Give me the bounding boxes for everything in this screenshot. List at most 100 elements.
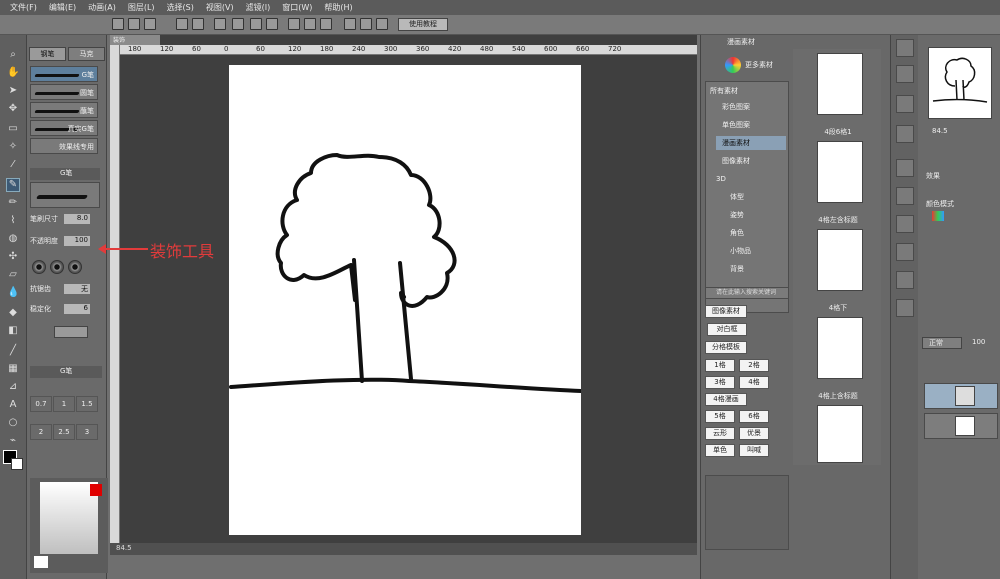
brush-tip-2[interactable] xyxy=(50,260,64,274)
canvas[interactable] xyxy=(229,65,583,535)
panel-toggle-icon[interactable] xyxy=(896,125,914,143)
tree-item[interactable]: 体型 xyxy=(730,190,744,204)
snap-icon[interactable] xyxy=(214,18,226,30)
tag-button[interactable]: 4格 xyxy=(739,376,769,389)
menu-layer[interactable]: 图层(L) xyxy=(122,2,161,13)
hand-icon[interactable]: ✋ xyxy=(7,67,19,79)
size-preset[interactable]: 1.5 xyxy=(76,396,98,412)
save-icon[interactable] xyxy=(144,18,156,30)
tutorial-button[interactable]: 使用教程 xyxy=(398,18,448,31)
material-thumb[interactable] xyxy=(817,141,863,203)
material-panel-tab[interactable]: 漫画素材 xyxy=(703,37,883,49)
new-file-icon[interactable] xyxy=(112,18,124,30)
brush-tip-3[interactable] xyxy=(68,260,82,274)
layer-row-paper[interactable] xyxy=(924,413,998,439)
tree-item[interactable]: 姿势 xyxy=(730,208,744,222)
size-preset[interactable]: 3 xyxy=(76,424,98,440)
brush-real-g-pen[interactable]: 真实G笔 xyxy=(30,120,98,136)
tree-item[interactable]: 单色图案 xyxy=(722,118,750,132)
menu-view[interactable]: 视图(V) xyxy=(200,2,240,13)
material-thumb[interactable] xyxy=(817,229,863,291)
brush-round-pen[interactable]: 圆笔 xyxy=(30,84,98,100)
transform-icon[interactable] xyxy=(232,18,244,30)
eraser-icon[interactable]: ▱ xyxy=(7,269,19,281)
tag-button[interactable]: 叫喊 xyxy=(739,444,769,457)
tag-button[interactable]: 对白框 xyxy=(707,323,747,336)
pencil-icon[interactable]: ✏ xyxy=(7,197,19,209)
tree-item[interactable]: 所有素材 xyxy=(710,84,738,98)
tree-item[interactable]: 小物品 xyxy=(730,244,751,258)
tab-pen[interactable]: 钢笔 xyxy=(29,47,66,61)
balloon-icon[interactable]: ○ xyxy=(7,417,19,429)
redo-icon[interactable] xyxy=(192,18,204,30)
brush-size-row[interactable]: 笔刷尺寸 8.0 xyxy=(30,214,100,226)
fill-icon[interactable] xyxy=(250,18,262,30)
move-icon[interactable]: ✥ xyxy=(7,103,19,115)
tag-button[interactable]: 云形 xyxy=(705,427,735,440)
panel-toggle-icon[interactable] xyxy=(896,243,914,261)
size-preset[interactable]: 2 xyxy=(30,424,52,440)
tag-button[interactable]: 单色 xyxy=(705,444,735,457)
size-preset[interactable]: 1 xyxy=(53,396,75,412)
panel-toggle-icon[interactable] xyxy=(896,159,914,177)
zoom-icon[interactable]: ⌕ xyxy=(7,49,19,61)
wand-icon[interactable]: ✧ xyxy=(7,141,19,153)
panel-toggle-icon[interactable] xyxy=(896,95,914,113)
snap-grid-icon[interactable] xyxy=(360,18,372,30)
tag-button[interactable]: 2格 xyxy=(739,359,769,372)
layer-row-active[interactable] xyxy=(924,383,998,409)
tag-button[interactable]: 6格 xyxy=(739,410,769,423)
brush-g-pen[interactable]: G笔 xyxy=(30,66,98,82)
brush-tip-1[interactable] xyxy=(32,260,46,274)
tag-button[interactable]: 4格漫画 xyxy=(705,393,747,406)
tag-button[interactable]: 分格模板 xyxy=(705,341,747,354)
sub-color-swatch[interactable] xyxy=(11,458,23,470)
document-tab[interactable]: 装饰 xyxy=(110,35,160,45)
clear-icon[interactable] xyxy=(266,18,278,30)
tag-button[interactable]: 5格 xyxy=(705,410,735,423)
correct-line-icon[interactable]: ⌁ xyxy=(7,435,19,447)
pen-icon[interactable]: ✎ xyxy=(6,178,20,192)
gradient-icon[interactable]: ◧ xyxy=(7,325,19,337)
marquee-icon[interactable]: ▭ xyxy=(7,123,19,135)
material-thumb[interactable] xyxy=(817,317,863,379)
tree-item[interactable]: 角色 xyxy=(730,226,744,240)
tab-marker[interactable]: 马克 xyxy=(68,47,105,61)
open-file-icon[interactable] xyxy=(128,18,140,30)
snap-special-icon[interactable] xyxy=(376,18,388,30)
menu-edit[interactable]: 编辑(E) xyxy=(43,2,82,13)
navigator-zoom[interactable]: 84.5 xyxy=(932,127,948,135)
tree-item[interactable]: 3D xyxy=(716,172,726,186)
opacity-row[interactable]: 不透明度 100 xyxy=(30,236,100,248)
menu-animation[interactable]: 动画(A) xyxy=(82,2,122,13)
hue-swatch[interactable] xyxy=(90,484,102,496)
tag-button[interactable]: 1格 xyxy=(705,359,735,372)
tag-button[interactable]: 3格 xyxy=(705,376,735,389)
tree-item-selected[interactable]: 漫画素材 xyxy=(716,136,786,150)
airbrush-icon[interactable]: ◍ xyxy=(7,233,19,245)
decoration-icon[interactable]: ✣ xyxy=(7,251,19,263)
tree-item[interactable]: 图像素材 xyxy=(722,154,750,168)
menu-file[interactable]: 文件(F) xyxy=(4,2,43,13)
menu-filter[interactable]: 滤镜(I) xyxy=(240,2,277,13)
ruler-tool-icon[interactable]: ⊿ xyxy=(7,381,19,393)
panel-toggle-icon[interactable] xyxy=(896,187,914,205)
layer-opacity[interactable]: 100 xyxy=(972,338,985,346)
material-thumb[interactable] xyxy=(817,53,863,115)
more-materials-button[interactable]: 更多素材 xyxy=(719,55,779,75)
undo-icon[interactable] xyxy=(176,18,188,30)
figure-icon[interactable]: ╱ xyxy=(7,345,19,357)
blend-mode-select[interactable]: 正常 xyxy=(922,337,962,349)
fill-tool-icon[interactable]: ◆ xyxy=(7,307,19,319)
frame-icon[interactable]: ▦ xyxy=(7,363,19,375)
menu-help[interactable]: 帮助(H) xyxy=(318,2,358,13)
panel-toggle-icon[interactable] xyxy=(896,39,914,57)
blend-icon[interactable]: 💧 xyxy=(7,287,19,299)
color-mode-icon[interactable] xyxy=(932,211,944,221)
size-preset[interactable]: 2.5 xyxy=(53,424,75,440)
text-icon[interactable]: A xyxy=(7,399,19,411)
stabilizer-bar[interactable] xyxy=(54,326,88,338)
tree-item[interactable]: 背景 xyxy=(730,262,744,276)
menu-select[interactable]: 选择(S) xyxy=(161,2,200,13)
eyedropper-icon[interactable]: ⁄ xyxy=(7,159,19,171)
